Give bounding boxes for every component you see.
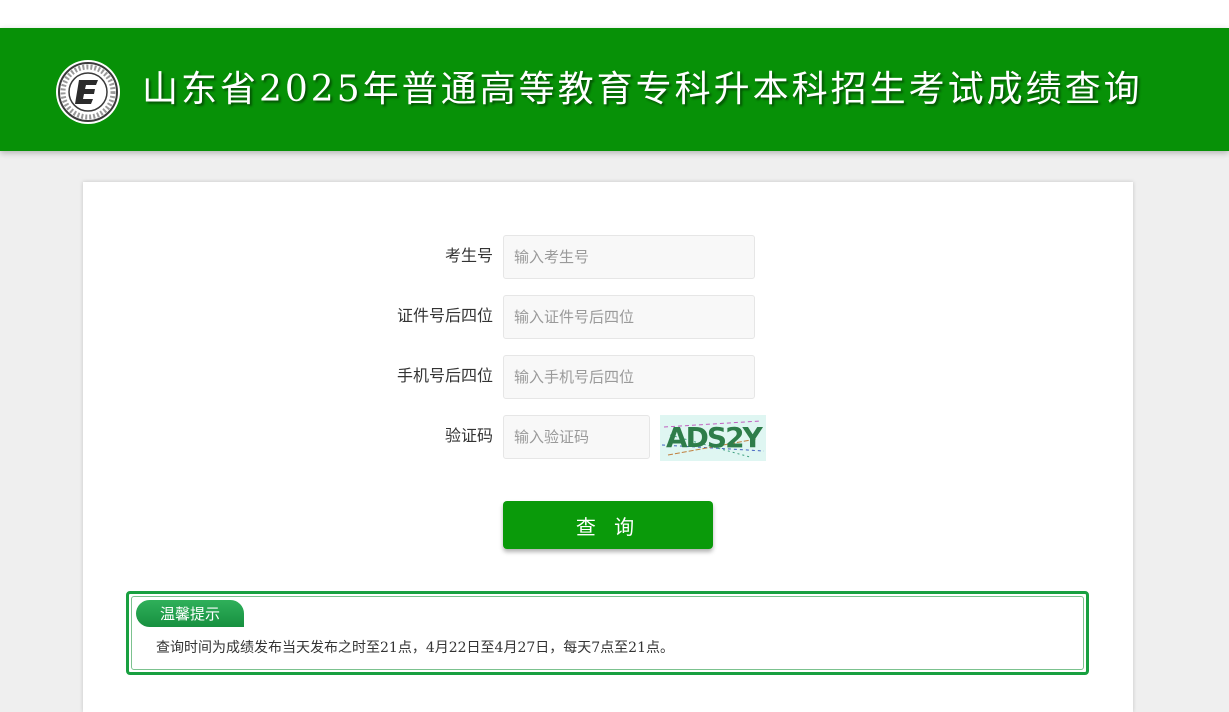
tips-tab: 温馨提示	[136, 600, 244, 627]
page-title: 山东省2025年普通高等教育专科升本科招生考试成绩查询	[142, 69, 1143, 110]
captcha-input[interactable]	[503, 415, 650, 459]
id-last4-input[interactable]	[503, 295, 755, 339]
exam-emblem-icon	[56, 60, 120, 124]
captcha-label: 验证码	[444, 426, 493, 445]
query-card: 考生号 证件号后四位 手机号后四位 验证码 ADS2Y 查 询 温馨提示 查询时…	[83, 182, 1133, 712]
phone-last4-label: 手机号后四位	[396, 366, 493, 385]
header-banner: 山东省2025年普通高等教育专科升本科招生考试成绩查询	[0, 28, 1229, 151]
query-button[interactable]: 查 询	[503, 501, 713, 549]
tips-box: 温馨提示 查询时间为成绩发布当天发布之时至21点，4月22日至4月27日，每天7…	[126, 591, 1089, 675]
tips-text: 查询时间为成绩发布当天发布之时至21点，4月22日至4月27日，每天7点至21点…	[156, 640, 674, 656]
captcha-text: ADS2Y	[666, 421, 763, 454]
top-strip	[0, 0, 1229, 28]
tips-title: 温馨提示	[160, 605, 221, 623]
id-last4-label: 证件号后四位	[396, 306, 493, 325]
candidate-number-input[interactable]	[503, 235, 755, 279]
captcha-image[interactable]: ADS2Y	[660, 415, 766, 461]
tips-box-inner: 温馨提示 查询时间为成绩发布当天发布之时至21点，4月22日至4月27日，每天7…	[131, 596, 1084, 670]
candidate-number-label: 考生号	[444, 246, 493, 265]
phone-last4-input[interactable]	[503, 355, 755, 399]
